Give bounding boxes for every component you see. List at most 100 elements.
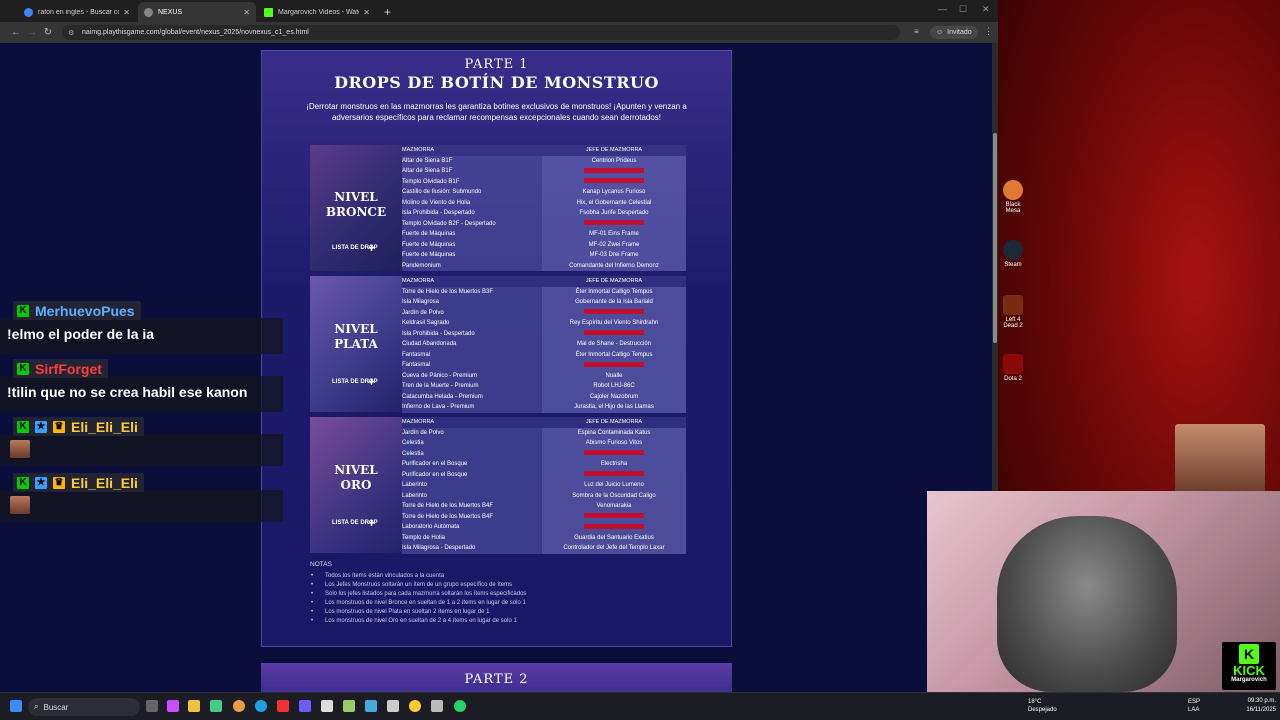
expand-drop-list-button[interactable]: + (368, 241, 375, 255)
boss-cell: Centrion Prideus (542, 155, 686, 166)
table-row: Torre de Hielo de los Muertos B4F Venomar… (402, 501, 686, 512)
redacted-boss-name (584, 178, 644, 184)
screen: raton en ingles - Buscar con Go✕ NEXUS✕ … (0, 0, 1280, 720)
new-tab-button[interactable]: + (384, 2, 391, 22)
tab-search-icon[interactable]: ≡ (914, 27, 919, 36)
guest-profile-button[interactable]: ☺ Invitado (930, 26, 978, 39)
table-row: Celestia (402, 448, 686, 459)
desktop-icon-black-mesa[interactable]: Black Mesa (998, 180, 1028, 214)
dungeon-cell: Fuerte de Máquinas (402, 250, 542, 261)
dungeon-cell: Laberinto (402, 480, 542, 491)
app-icon[interactable] (167, 700, 179, 712)
table-row: Isla Milagrosa Gobernante de la Isla Barl… (402, 297, 686, 308)
app-icon[interactable] (431, 700, 443, 712)
tab-nexus[interactable]: NEXUS ✕ (138, 2, 256, 22)
maximize-button[interactable]: ☐ (959, 4, 967, 15)
table-row: Altar de Siena B1F Centrion Prideus (402, 155, 686, 166)
table-row: Laberinto Luz del Juicio Lumeno (402, 480, 686, 491)
chat-username: K SirfForget (13, 359, 108, 378)
col-header-boss: JEFE DE MAZMORRA (542, 276, 686, 287)
redacted-boss-name (584, 523, 644, 529)
table-header: MAZMORRA JEFE DE MAZMORRA (402, 145, 686, 156)
note-item: Solo los jefes listados para cada mazmor… (310, 590, 526, 599)
emote-icon (10, 440, 30, 458)
app-icon[interactable] (321, 700, 333, 712)
dungeon-cell: Templo Olvidado B1F (402, 176, 542, 187)
app-icon[interactable] (299, 700, 311, 712)
tier-name: NIVEL BRONCE (325, 190, 387, 219)
app-icon[interactable] (343, 700, 355, 712)
notes-title: NOTAS (310, 561, 332, 568)
dungeon-cell: Catacumba Helada - Premium (402, 391, 542, 402)
site-info-icon[interactable]: ⚙ (68, 29, 76, 37)
menu-icon[interactable]: ⋮ (984, 26, 993, 37)
windows-start-icon[interactable] (10, 700, 22, 712)
url-field[interactable]: ⚙ naimg.playthisgame.com/global/event/nex… (62, 25, 900, 40)
back-button[interactable]: ← (8, 27, 24, 38)
dungeon-cell: Altar de Siena B1F (402, 155, 542, 166)
chrome-icon[interactable] (409, 700, 421, 712)
expand-drop-list-button[interactable]: + (368, 375, 375, 389)
close-window-button[interactable]: ✕ (982, 4, 990, 15)
table-row: Tren de la Muerte - Premium Robot LHJ-86C (402, 381, 686, 392)
chrome-icon[interactable] (233, 700, 245, 712)
taskbar-search[interactable]: ⌕ Buscar (28, 698, 140, 716)
desktop-icon-steam[interactable]: Steam (998, 240, 1028, 268)
app-icon[interactable] (365, 700, 377, 712)
app-icon[interactable] (210, 700, 222, 712)
tier-gold: NIVEL ORO LISTA DE DROP + MAZMORRA JEFE D… (310, 417, 686, 554)
redacted-boss-name (584, 513, 644, 519)
col-header-dungeon: MAZMORRA (402, 145, 542, 156)
desktop-icon-left4dead2[interactable]: Left 4 Dead 2 (998, 295, 1028, 329)
dungeon-cell: Fuerte de Máquinas (402, 229, 542, 240)
note-item: Los monstruos de nivel Oro en sueltan de… (310, 617, 526, 626)
boss-cell: Cajoler Nazobrum (542, 391, 686, 402)
table-row: Templo Olvidado B2F - Despertado (402, 218, 686, 229)
dungeon-cell: Tren de la Muerte - Premium (402, 381, 542, 392)
dungeon-cell: Altar de Siena B1F (402, 166, 542, 177)
reload-button[interactable]: ↻ (40, 27, 56, 38)
dungeon-cell: Fantasmal (402, 360, 542, 371)
close-tab-icon[interactable]: ✕ (243, 8, 250, 17)
table-header: MAZMORRA JEFE DE MAZMORRA (402, 276, 686, 287)
app-icon[interactable] (277, 700, 289, 712)
app-icon[interactable] (387, 700, 399, 712)
task-view-icon[interactable] (146, 700, 158, 712)
dungeon-cell: Laboratorio Autómata (402, 522, 542, 533)
file-explorer-icon[interactable] (188, 700, 200, 712)
tab-kick-videos[interactable]: Margarovich Videos - Watch Cl✕ (258, 2, 376, 22)
kick-badge-icon: K (17, 362, 29, 375)
clock[interactable]: 09:30 p.m. 16/11/2025 (1238, 697, 1276, 715)
dungeon-cell: Molino de Viento de Holia (402, 197, 542, 208)
boss-cell: Hix, el Gobernante Celestial (542, 197, 686, 208)
close-tab-icon[interactable]: ✕ (363, 8, 370, 17)
dota2-icon (1003, 354, 1023, 374)
redacted-boss-name (584, 220, 644, 226)
dungeon-cell: Pandemonium (402, 260, 542, 271)
tab-google-search[interactable]: raton en ingles - Buscar con Go✕ (18, 2, 136, 22)
meme-overlay-image (1175, 424, 1265, 494)
dungeon-cell: Templo de Holia (402, 532, 542, 543)
close-tab-icon[interactable]: ✕ (123, 8, 130, 17)
weather-widget[interactable]: 18°C Despejado (1014, 698, 1057, 714)
scrollbar-thumb[interactable] (993, 133, 997, 343)
section-label: PARTE 1 (464, 57, 529, 72)
minimize-button[interactable]: — (938, 4, 947, 14)
language-indicator[interactable]: ESP LAA (1188, 698, 1200, 714)
table-row: Jardín de Polvo Espina Contaminada Katus (402, 427, 686, 438)
dungeon-cell: Torre de Hielo de los Muertos B4F (402, 511, 542, 522)
tier-name: NIVEL ORO (334, 463, 378, 492)
table-row: Fuerte de Máquinas MF-02 Zwei Frame (402, 239, 686, 250)
whatsapp-icon[interactable] (454, 700, 466, 712)
expand-drop-list-button[interactable]: + (368, 516, 375, 530)
forward-button[interactable]: → (24, 27, 40, 38)
chat-username: K ★ ♛ Eli_Eli_Eli (13, 473, 144, 492)
boss-cell (542, 328, 686, 339)
edge-icon[interactable] (255, 700, 267, 712)
crown-badge-icon: ♛ (53, 420, 65, 433)
table-row: Purificador en el Bosque (402, 469, 686, 480)
desktop-icon-dota2[interactable]: Dota 2 (998, 354, 1028, 382)
table-row: Torre de Hielo de los Muertos B4F (402, 511, 686, 522)
boss-cell: Luz del Juicio Lumeno (542, 480, 686, 491)
tier-silver: NIVEL PLATA LISTA DE DROP + MAZMORRA JEFE… (310, 276, 686, 413)
